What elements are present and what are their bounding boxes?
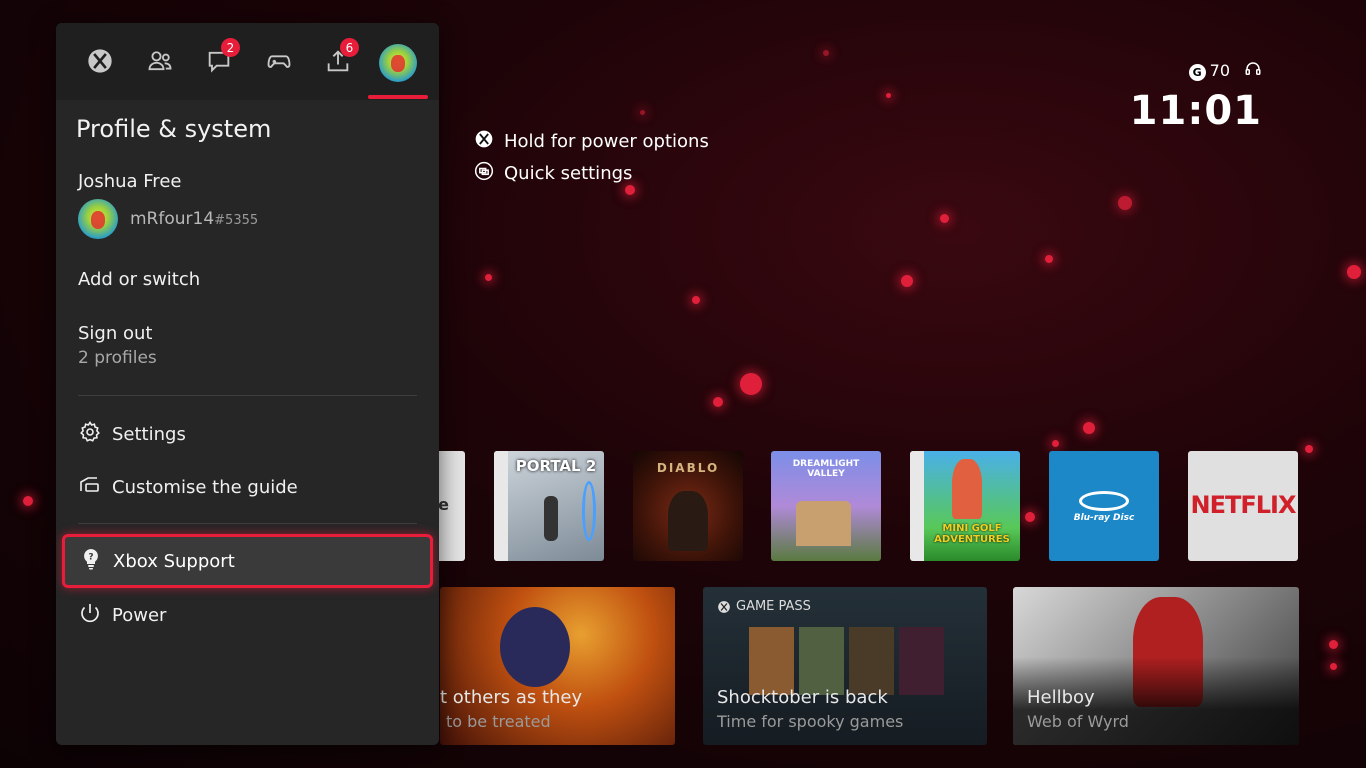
gear-icon bbox=[78, 420, 102, 449]
power-item[interactable]: Power bbox=[78, 601, 166, 630]
power-hint-label: Hold for power options bbox=[504, 130, 709, 152]
controller-icon bbox=[265, 47, 293, 79]
customise-guide-label: Customise the guide bbox=[112, 477, 298, 498]
netflix-label: NETFLIX bbox=[1190, 491, 1297, 519]
game-pass-card-subtitle: Time for spooky games bbox=[717, 712, 904, 731]
settings-item[interactable]: Settings bbox=[78, 420, 186, 449]
divider bbox=[78, 523, 417, 524]
character-art bbox=[500, 607, 570, 687]
active-tab-indicator bbox=[368, 95, 428, 99]
portal-2-label: PORTAL 2 bbox=[515, 457, 597, 475]
diablo-label: DIABLO bbox=[656, 461, 720, 475]
sign-out-item[interactable]: Sign out bbox=[78, 323, 152, 344]
hellboy-title: Hellboy bbox=[1027, 687, 1095, 708]
quick-settings-label: Quick settings bbox=[504, 162, 633, 184]
sign-out-subtitle: 2 profiles bbox=[78, 348, 157, 368]
settings-label: Settings bbox=[112, 424, 186, 445]
chat-badge: 2 bbox=[221, 38, 240, 57]
divider bbox=[78, 395, 417, 396]
power-hint: Hold for power options bbox=[474, 125, 709, 157]
customise-guide-item[interactable]: Customise the guide bbox=[78, 473, 298, 502]
clock: 11:01 bbox=[1129, 88, 1262, 134]
tab-upload[interactable]: 6 bbox=[313, 38, 363, 83]
tab-people[interactable] bbox=[135, 43, 185, 83]
profile-name: Joshua Free bbox=[78, 171, 182, 192]
quick-settings-hint: Quick settings bbox=[474, 157, 709, 189]
hellboy-subtitle: Web of Wyrd bbox=[1027, 712, 1129, 731]
bluray-label: Blu-ray Disc bbox=[1073, 513, 1135, 523]
tab-xbox-home[interactable] bbox=[75, 43, 125, 83]
dreamlight-valley-tile[interactable]: DREAMLIGHT VALLEY bbox=[771, 451, 881, 561]
guide-panel: 2 6 Profile & system Joshua Free mRfour1… bbox=[56, 23, 439, 745]
people-icon bbox=[146, 47, 174, 79]
game-pass-tag: GAME PASS bbox=[717, 599, 811, 614]
card-1-subtitle: to be treated bbox=[446, 712, 551, 731]
game-pass-card-title: Shocktober is back bbox=[717, 687, 888, 708]
status-bar: G 70 bbox=[1188, 60, 1262, 82]
upload-badge: 6 bbox=[340, 38, 359, 57]
profile-avatar-icon bbox=[379, 44, 417, 82]
xbox-logo-icon bbox=[718, 600, 730, 613]
gamertag: mRfour14#5355 bbox=[130, 209, 259, 229]
power-icon bbox=[78, 601, 102, 630]
headset-icon bbox=[1244, 60, 1262, 82]
page-title: Profile & system bbox=[76, 115, 272, 143]
xbox-button-icon bbox=[474, 129, 494, 154]
netflix-tile[interactable]: NETFLIX bbox=[1188, 451, 1298, 561]
xbox-home-icon bbox=[86, 47, 114, 79]
gamerscore-value: 70 bbox=[1209, 61, 1230, 80]
guide-tab-bar: 2 6 bbox=[56, 23, 439, 100]
gamerscore-icon: G bbox=[1188, 64, 1206, 81]
customise-guide-icon bbox=[78, 473, 102, 502]
mini-golf-tile[interactable]: MINI GOLF ADVENTURES bbox=[910, 451, 1020, 561]
portal-2-tile[interactable]: PORTAL 2 bbox=[494, 451, 604, 561]
avatar bbox=[78, 199, 118, 239]
svg-text:?: ? bbox=[88, 552, 93, 562]
profile-gamertag-row[interactable]: mRfour14#5355 bbox=[78, 199, 258, 239]
dreamlight-label: DREAMLIGHT VALLEY bbox=[792, 459, 860, 479]
xbox-support-item[interactable]: ? Xbox Support bbox=[62, 534, 433, 588]
game-pass-card[interactable]: GAME PASS Shocktober is back Time for sp… bbox=[703, 587, 987, 745]
mini-golf-label: MINI GOLF ADVENTURES bbox=[934, 523, 1010, 545]
promo-card-1[interactable]: t others as they to be treated bbox=[440, 587, 675, 745]
diablo-tile[interactable]: DIABLO bbox=[633, 451, 743, 561]
button-hints: Hold for power options Quick settings bbox=[474, 125, 709, 189]
bluray-tile[interactable]: Blu-ray Disc bbox=[1049, 451, 1159, 561]
tab-profile[interactable] bbox=[373, 43, 423, 83]
tab-chat[interactable]: 2 bbox=[194, 38, 244, 83]
tab-controller[interactable] bbox=[254, 43, 304, 83]
power-label: Power bbox=[112, 605, 167, 626]
card-1-title: t others as they bbox=[440, 687, 583, 708]
gamerscore: G 70 bbox=[1188, 61, 1230, 81]
bluray-disc-icon bbox=[1079, 491, 1129, 511]
hellboy-card[interactable]: Hellboy Web of Wyrd bbox=[1013, 587, 1299, 745]
add-or-switch-item[interactable]: Add or switch bbox=[78, 269, 200, 290]
view-button-icon bbox=[474, 161, 494, 186]
xbox-support-label: Xbox Support bbox=[113, 550, 235, 572]
lightbulb-icon: ? bbox=[79, 547, 103, 576]
